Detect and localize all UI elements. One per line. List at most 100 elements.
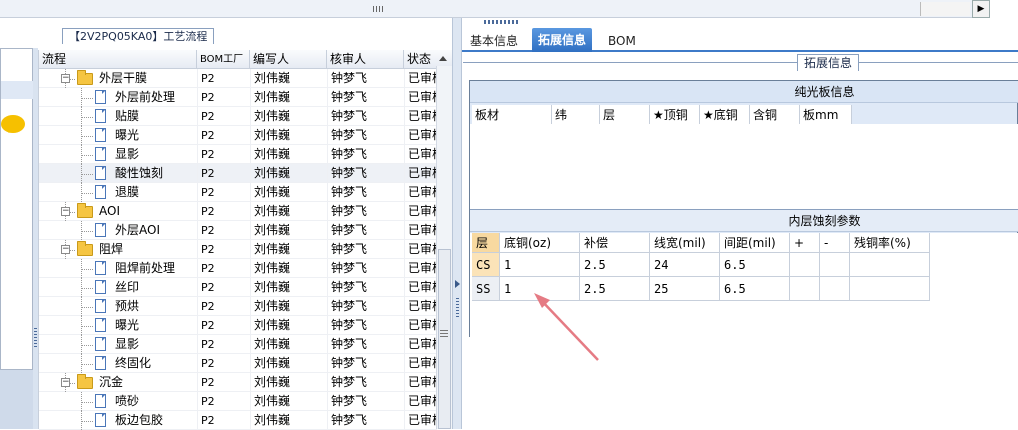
tree-row[interactable]: 贴膜 P2 刘伟巍 钟梦飞 已审核 <box>39 107 437 126</box>
etch-cell-residual-copper[interactable] <box>850 277 930 301</box>
tree-node-label: 终固化 <box>115 356 152 370</box>
tree-row[interactable]: 显影 P2 刘伟巍 钟梦飞 已审核 <box>39 145 437 164</box>
cell-writer: 刘伟巍 <box>254 413 291 427</box>
etch-col-plus[interactable]: + <box>790 233 820 253</box>
tree-row[interactable]: 酸性蚀刻 P2 刘伟巍 钟梦飞 已审核 <box>39 164 437 183</box>
collapse-toggle-icon[interactable]: − <box>61 74 70 83</box>
document-icon <box>95 90 106 104</box>
etch-cell-line-width[interactable]: 24 <box>650 253 720 277</box>
cell-bom-factory: P2 <box>201 338 215 351</box>
tree-row[interactable]: 外层前处理 P2 刘伟巍 钟梦飞 已审核 <box>39 88 437 107</box>
scroll-right-arrow-icon[interactable]: ▶ <box>972 0 990 18</box>
etch-col-base-copper[interactable]: 底铜(oz) <box>500 233 580 253</box>
etch-cell-layer[interactable]: SS <box>472 277 500 301</box>
tree-row[interactable]: 阻焊前处理 P2 刘伟巍 钟梦飞 已审核 <box>39 259 437 278</box>
etch-cell-compensation[interactable]: 2.5 <box>580 253 650 277</box>
cell-status: 已审核 <box>408 299 437 313</box>
cell-writer: 刘伟巍 <box>254 299 291 313</box>
cell-status: 已审核 <box>408 128 437 142</box>
cell-writer: 刘伟巍 <box>254 242 291 256</box>
document-icon <box>95 299 106 313</box>
scrollbar-thumb[interactable] <box>438 249 451 429</box>
etch-cell-plus[interactable] <box>790 277 820 301</box>
etch-cell-spacing[interactable]: 6.5 <box>720 277 790 301</box>
left-side-panel <box>0 48 34 370</box>
etch-col-layer[interactable]: 层 <box>472 233 500 253</box>
tree-node-label: 曝光 <box>115 128 140 142</box>
tree-row[interactable]: 喷砂 P2 刘伟巍 钟梦飞 已审核 <box>39 392 437 411</box>
tab-extended-info[interactable]: 拓展信息 <box>532 28 593 52</box>
main-splitter[interactable] <box>452 18 462 429</box>
tree-rows: −外层干膜P2刘伟巍钟梦飞已审核外层前处理P2刘伟巍钟梦飞已审核贴膜P2刘伟巍钟… <box>39 69 437 430</box>
board-col-layer[interactable]: 层 <box>600 105 650 125</box>
sort-ascending-icon[interactable] <box>439 56 447 61</box>
collapse-toggle-icon[interactable]: − <box>61 207 70 216</box>
etch-cell-minus[interactable] <box>820 253 850 277</box>
etch-col-line-width[interactable]: 线宽(mil) <box>650 233 720 253</box>
tree-row[interactable]: 退膜 P2 刘伟巍 钟梦飞 已审核 <box>39 183 437 202</box>
column-header-flow[interactable]: 流程 <box>39 50 197 69</box>
board-col-board-mm[interactable]: 板mm <box>800 105 852 125</box>
etch-cell-spacing[interactable]: 6.5 <box>720 253 790 277</box>
left-panel-header <box>1 81 34 99</box>
tree-node-label: 显影 <box>115 147 140 161</box>
chat-bubble-icon[interactable] <box>1 115 25 133</box>
column-header-bom-factory[interactable]: BOM工厂 <box>197 50 250 69</box>
tree-row[interactable]: − 外层干膜 P2 刘伟巍 钟梦飞 已审核 <box>39 69 437 88</box>
cell-writer: 刘伟巍 <box>254 109 291 123</box>
cell-bom-factory: P2 <box>201 167 215 180</box>
board-col-bottom-copper[interactable]: ★底铜 <box>700 105 750 125</box>
cell-reviewer: 钟梦飞 <box>331 71 368 85</box>
tree-row[interactable]: 外层AOI P2 刘伟巍 钟梦飞 已审核 <box>39 221 437 240</box>
collapse-toggle-icon[interactable]: − <box>61 245 70 254</box>
process-tree-grid: 流程 BOM工厂 编写人 核审人 状态 −外层干膜P2刘伟巍钟梦飞已审核外层前处… <box>38 50 453 430</box>
etch-col-minus[interactable]: - <box>820 233 850 253</box>
tab-basic-info[interactable]: 基本信息 <box>464 30 524 52</box>
board-info-grid <box>470 124 1018 210</box>
tree-row[interactable]: 显影 P2 刘伟巍 钟梦飞 已审核 <box>39 335 437 354</box>
tree-row[interactable]: − 阻焊 P2 刘伟巍 钟梦飞 已审核 <box>39 240 437 259</box>
etch-cell-minus[interactable] <box>820 277 850 301</box>
etch-cell-base-copper[interactable]: 1 <box>500 253 580 277</box>
etch-col-spacing[interactable]: 间距(mil) <box>720 233 790 253</box>
column-header-writer[interactable]: 编写人 <box>250 50 327 69</box>
board-col-weft[interactable]: 纬 <box>552 105 600 125</box>
tab-bom[interactable]: BOM <box>602 30 642 52</box>
collapse-arrow-icon[interactable] <box>455 280 460 288</box>
tree-row[interactable]: 曝光 P2 刘伟巍 钟梦飞 已审核 <box>39 126 437 145</box>
cell-status: 已审核 <box>408 147 437 161</box>
board-col-material[interactable]: 板材 <box>472 105 552 125</box>
etch-cell-line-width[interactable]: 25 <box>650 277 720 301</box>
panel-resize-grip[interactable] <box>484 20 520 24</box>
tree-row[interactable]: 终固化 P2 刘伟巍 钟梦飞 已审核 <box>39 354 437 373</box>
collapse-toggle-icon[interactable]: − <box>61 378 70 387</box>
cell-writer: 刘伟巍 <box>254 356 291 370</box>
tree-row[interactable]: 曝光 P2 刘伟巍 钟梦飞 已审核 <box>39 316 437 335</box>
board-col-copper-content[interactable]: 含铜 <box>750 105 800 125</box>
cell-reviewer: 钟梦飞 <box>331 147 368 161</box>
etch-col-residual-copper[interactable]: 残铜率(%) <box>850 233 930 253</box>
board-col-top-copper[interactable]: ★顶铜 <box>650 105 700 125</box>
etch-cell-layer[interactable]: CS <box>472 253 500 277</box>
top-horizontal-scrollbar[interactable] <box>0 0 990 18</box>
etch-col-compensation[interactable]: 补偿 <box>580 233 650 253</box>
cell-status: 已审核 <box>408 356 437 370</box>
tree-node-label: 丝印 <box>115 280 140 294</box>
cell-bom-factory: P2 <box>201 376 215 389</box>
etch-cell-residual-copper[interactable] <box>850 253 930 277</box>
column-header-reviewer[interactable]: 核审人 <box>327 50 404 69</box>
tree-vertical-scrollbar[interactable] <box>436 66 452 429</box>
etch-cell-base-copper[interactable]: 1 <box>500 277 580 301</box>
tree-node-label: 退膜 <box>115 185 140 199</box>
tree-row[interactable]: 板边包胶 P2 刘伟巍 钟梦飞 已审核 <box>39 411 437 430</box>
tree-row[interactable]: 预烘 P2 刘伟巍 钟梦飞 已审核 <box>39 297 437 316</box>
tree-row[interactable]: 丝印 P2 刘伟巍 钟梦飞 已审核 <box>39 278 437 297</box>
cell-reviewer: 钟梦飞 <box>331 185 368 199</box>
tree-row[interactable]: − 沉金 P2 刘伟巍 钟梦飞 已审核 <box>39 373 437 392</box>
cell-reviewer: 钟梦飞 <box>331 109 368 123</box>
folder-icon <box>77 70 93 85</box>
etch-cell-plus[interactable] <box>790 253 820 277</box>
tree-row[interactable]: − AOI P2 刘伟巍 钟梦飞 已审核 <box>39 202 437 221</box>
document-icon <box>95 223 106 237</box>
etch-cell-compensation[interactable]: 2.5 <box>580 277 650 301</box>
